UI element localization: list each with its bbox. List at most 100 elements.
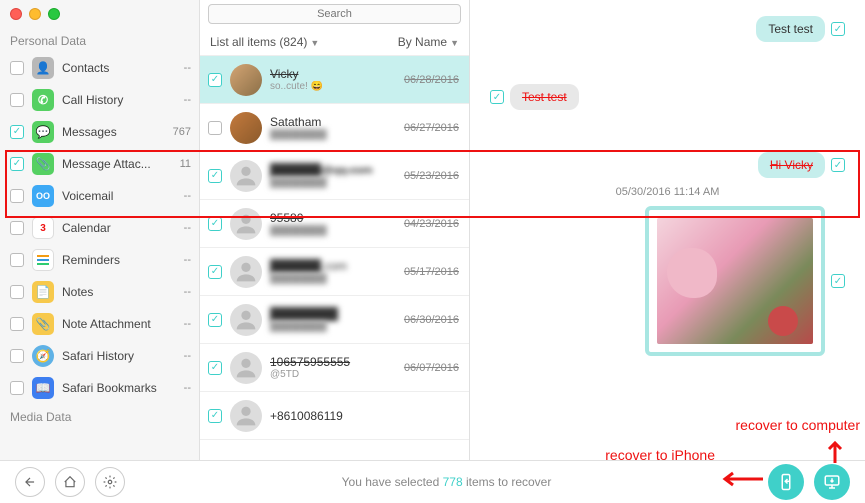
checkbox[interactable]: [208, 313, 222, 327]
note-attachment-icon: 📎: [32, 313, 54, 335]
sidebar-item-count: --: [169, 222, 191, 234]
checkbox[interactable]: [10, 221, 24, 235]
conversation-name: Vicky: [270, 67, 396, 81]
checkbox[interactable]: [208, 73, 222, 87]
sidebar-item-count: 11: [169, 158, 191, 170]
checkbox[interactable]: [10, 253, 24, 267]
conversation-name: 106575955555: [270, 355, 396, 369]
sidebar-item-count: --: [169, 286, 191, 298]
conversation-item[interactable]: +8610086119: [200, 392, 469, 440]
attachment-icon: 📎: [32, 153, 54, 175]
conversation-date: 05/17/2016: [404, 266, 459, 278]
recover-to-iphone-button[interactable]: [768, 464, 804, 500]
conversation-preview: ████████: [270, 129, 396, 140]
sidebar-item-messages[interactable]: 💬 Messages 767: [0, 116, 199, 148]
recover-to-computer-button[interactable]: [814, 464, 850, 500]
conversation-preview: so..cute! 😄: [270, 81, 396, 92]
maximize-window-button[interactable]: [48, 8, 60, 20]
conversation-date: 06/07/2016: [404, 362, 459, 374]
sidebar-item-note-attachment[interactable]: 📎 Note Attachment --: [0, 308, 199, 340]
sidebar-item-safari-history[interactable]: 🧭 Safari History --: [0, 340, 199, 372]
checkbox[interactable]: [10, 125, 24, 139]
sidebar-item-label: Safari Bookmarks: [62, 381, 161, 395]
sidebar-item-reminders[interactable]: Reminders --: [0, 244, 199, 276]
conversation-preview: @5TD: [270, 369, 396, 380]
conversation-name: Satatham: [270, 115, 396, 129]
avatar: [230, 352, 262, 384]
sidebar-item-count: --: [169, 62, 191, 74]
conversation-item[interactable]: ████████ ████████ 06/30/2016: [200, 296, 469, 344]
checkbox[interactable]: [208, 265, 222, 279]
sidebar: Personal Data 👤 Contacts -- ✆ Call Histo…: [0, 0, 200, 460]
checkbox[interactable]: [208, 361, 222, 375]
conversation-preview: ████████: [270, 273, 396, 284]
conversation-date: 06/30/2016: [404, 314, 459, 326]
contacts-icon: 👤: [32, 57, 54, 79]
sidebar-item-label: Messages: [62, 125, 161, 139]
minimize-window-button[interactable]: [29, 8, 41, 20]
sidebar-item-count: --: [169, 350, 191, 362]
message-checkbox[interactable]: [831, 22, 845, 36]
checkbox[interactable]: [208, 409, 222, 423]
footer-toolbar: You have selected 778 items to recover: [0, 460, 865, 503]
chat-bubble-outgoing: Test test: [756, 16, 825, 42]
back-button[interactable]: [15, 467, 45, 497]
conversation-item[interactable]: 95580 ████████ 04/23/2016: [200, 200, 469, 248]
checkbox[interactable]: [10, 381, 24, 395]
filter-list-dropdown[interactable]: List all items (824)▼: [210, 35, 319, 49]
sidebar-item-voicemail[interactable]: OO Voicemail --: [0, 180, 199, 212]
checkbox[interactable]: [10, 285, 24, 299]
sidebar-item-count: --: [169, 190, 191, 202]
conversation-date: 05/23/2016: [404, 170, 459, 182]
sidebar-item-message-attachments[interactable]: 📎 Message Attac... 11: [0, 148, 199, 180]
calendar-icon: 3: [32, 217, 54, 239]
avatar: [230, 304, 262, 336]
checkbox[interactable]: [208, 169, 222, 183]
sidebar-item-safari-bookmarks[interactable]: 📖 Safari Bookmarks --: [0, 372, 199, 404]
avatar: [230, 208, 262, 240]
close-window-button[interactable]: [10, 8, 22, 20]
chat-bubble-deleted: Test test: [510, 84, 579, 110]
conversation-preview: ████████: [270, 177, 396, 188]
sidebar-item-count: --: [169, 94, 191, 106]
conversation-item[interactable]: Satatham ████████ 06/27/2016: [200, 104, 469, 152]
conversation-name: ████████: [270, 307, 396, 321]
conversation-item[interactable]: Vicky so..cute! 😄 06/28/2016: [200, 56, 469, 104]
home-button[interactable]: [55, 467, 85, 497]
avatar: [230, 64, 262, 96]
conversation-item[interactable]: ██████.com ████████ 05/17/2016: [200, 248, 469, 296]
conversation-item[interactable]: 106575955555 @5TD 06/07/2016: [200, 344, 469, 392]
sidebar-item-label: Voicemail: [62, 189, 161, 203]
sidebar-item-notes[interactable]: 📄 Notes --: [0, 276, 199, 308]
checkbox[interactable]: [10, 189, 24, 203]
checkbox[interactable]: [10, 93, 24, 107]
conversation-date: 04/23/2016: [404, 218, 459, 230]
sidebar-item-label: Safari History: [62, 349, 161, 363]
checkbox[interactable]: [10, 61, 24, 75]
message-checkbox[interactable]: [490, 90, 504, 104]
conversation-name: ██████@qq.com: [270, 163, 396, 177]
avatar: [230, 256, 262, 288]
conversation-list[interactable]: Vicky so..cute! 😄 06/28/2016 Satatham ██…: [200, 56, 469, 460]
selection-status: You have selected 778 items to recover: [135, 475, 758, 489]
checkbox[interactable]: [10, 157, 24, 171]
sort-dropdown[interactable]: By Name▼: [398, 35, 459, 49]
sidebar-item-call-history[interactable]: ✆ Call History --: [0, 84, 199, 116]
chat-photo-attachment[interactable]: [645, 206, 825, 356]
conversation-name: +8610086119: [270, 409, 451, 423]
checkbox[interactable]: [10, 317, 24, 331]
sidebar-item-contacts[interactable]: 👤 Contacts --: [0, 52, 199, 84]
message-checkbox[interactable]: [831, 274, 845, 288]
search-input[interactable]: [208, 4, 461, 24]
conversation-list-pane: List all items (824)▼ By Name▼ Vicky so.…: [200, 0, 470, 460]
checkbox[interactable]: [208, 217, 222, 231]
checkbox[interactable]: [10, 349, 24, 363]
sidebar-section-media: Media Data: [0, 404, 199, 428]
sidebar-item-calendar[interactable]: 3 Calendar --: [0, 212, 199, 244]
conversation-preview: ████████: [270, 321, 396, 332]
message-checkbox[interactable]: [831, 158, 845, 172]
conversation-item[interactable]: ██████@qq.com ████████ 05/23/2016: [200, 152, 469, 200]
phone-icon: ✆: [32, 89, 54, 111]
settings-button[interactable]: [95, 467, 125, 497]
checkbox[interactable]: [208, 121, 222, 135]
